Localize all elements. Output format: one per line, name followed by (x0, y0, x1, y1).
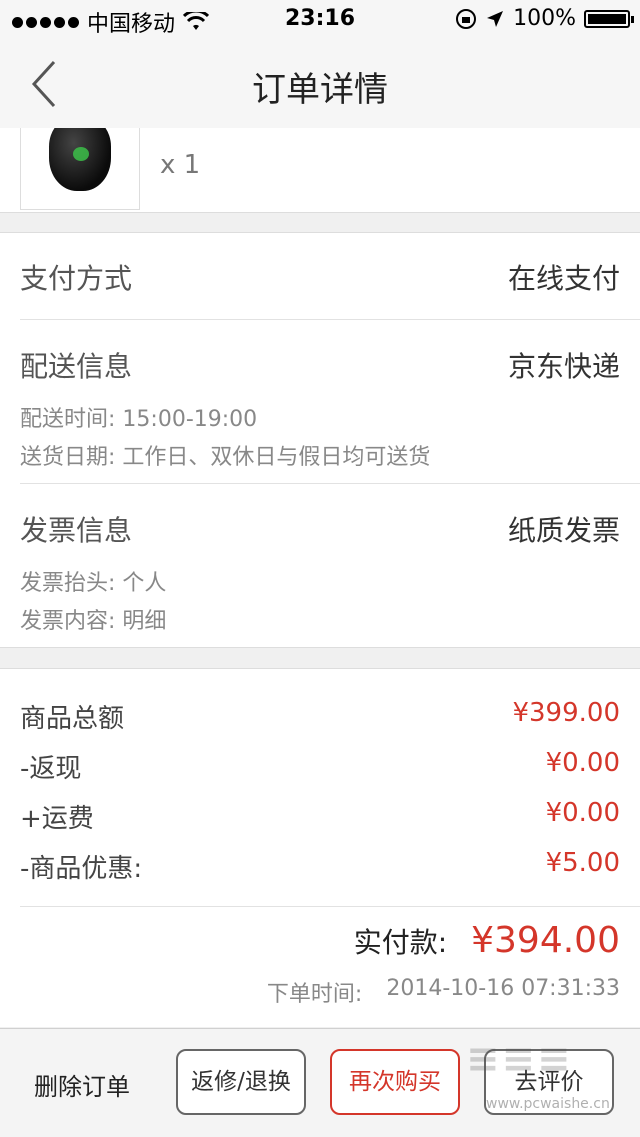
page-title: 订单详情 (252, 70, 388, 110)
review-button[interactable]: 去评价 (484, 1049, 614, 1115)
status-bar: 中国移动 23:16 100% (0, 0, 640, 40)
battery-percent: 100% (513, 6, 576, 31)
status-right: 100% (455, 6, 634, 31)
invoice-title: 发票抬头: 个人 (20, 565, 166, 597)
delivery-row: 配送信息 京东快递 (20, 345, 620, 385)
payment-label: 支付方式 (20, 262, 133, 295)
rotation-lock-icon (456, 8, 477, 29)
product-quantity: x 1 (160, 150, 201, 180)
price-label: 商品总额 (20, 704, 125, 734)
price-label: +运费 (20, 804, 94, 834)
price-label: -返现 (20, 754, 82, 784)
product-card[interactable]: x 1 (0, 128, 640, 213)
price-row: -返现 ¥0.00 (20, 748, 620, 785)
invoice-label: 发票信息 (20, 514, 133, 547)
mouse-image (49, 128, 111, 191)
total-value: ¥394.00 (471, 920, 620, 961)
delivery-label: 配送信息 (20, 350, 133, 383)
nav-bar: 订单详情 (0, 40, 640, 129)
order-time: 下单时间: 2014-10-16 07:31:33 (267, 976, 620, 1008)
price-value: ¥0.00 (545, 798, 620, 828)
invoice-content: 发票内容: 明细 (20, 603, 166, 635)
delete-order-button[interactable]: 删除订单 (34, 1067, 130, 1102)
buy-again-button[interactable]: 再次购买 (330, 1049, 460, 1115)
action-bar: 删除订单 返修/退换 再次购买 去评价 (0, 1028, 640, 1137)
delivery-time-value: 15:00-19:00 (122, 407, 258, 432)
product-thumbnail[interactable] (20, 128, 140, 210)
order-info-section: 支付方式 在线支付 配送信息 京东快递 配送时间: 15:00-19:00 送货… (0, 232, 640, 648)
order-time-value: 2014-10-16 07:31:33 (386, 976, 620, 1001)
invoice-content-value: 明细 (122, 609, 167, 634)
razer-logo-icon (73, 147, 89, 161)
delivery-date: 送货日期: 工作日、双休日与假日均可送货 (20, 439, 430, 471)
location-icon (487, 10, 504, 27)
delivery-date-label: 送货日期: (20, 445, 116, 470)
price-row: 商品总额 ¥399.00 (20, 698, 620, 735)
invoice-title-label: 发票抬头: (20, 571, 116, 596)
total-label: 实付款: (353, 926, 448, 959)
divider (20, 906, 640, 907)
delivery-value: 京东快递 (507, 350, 620, 383)
price-value: ¥5.00 (545, 848, 620, 878)
price-value: ¥0.00 (545, 748, 620, 778)
order-time-label: 下单时间: (266, 982, 363, 1007)
price-row: -商品优惠: ¥5.00 (20, 848, 620, 885)
payment-row: 支付方式 在线支付 (20, 257, 620, 297)
invoice-content-label: 发票内容: (20, 609, 116, 634)
invoice-row: 发票信息 纸质发票 (20, 509, 620, 549)
repair-return-button[interactable]: 返修/退换 (176, 1049, 306, 1115)
price-row: +运费 ¥0.00 (20, 798, 620, 835)
price-label: -商品优惠: (20, 854, 143, 884)
divider (20, 319, 640, 320)
total-paid: 实付款: ¥394.00 (354, 920, 620, 961)
delivery-time: 配送时间: 15:00-19:00 (20, 401, 257, 433)
delivery-date-value: 工作日、双休日与假日均可送货 (122, 445, 431, 470)
invoice-value: 纸质发票 (507, 514, 620, 547)
battery-icon (584, 9, 634, 28)
payment-value: 在线支付 (507, 262, 620, 295)
divider (20, 483, 640, 484)
delivery-time-label: 配送时间: (20, 407, 116, 432)
price-value: ¥399.00 (512, 698, 620, 728)
invoice-title-value: 个人 (122, 571, 167, 596)
